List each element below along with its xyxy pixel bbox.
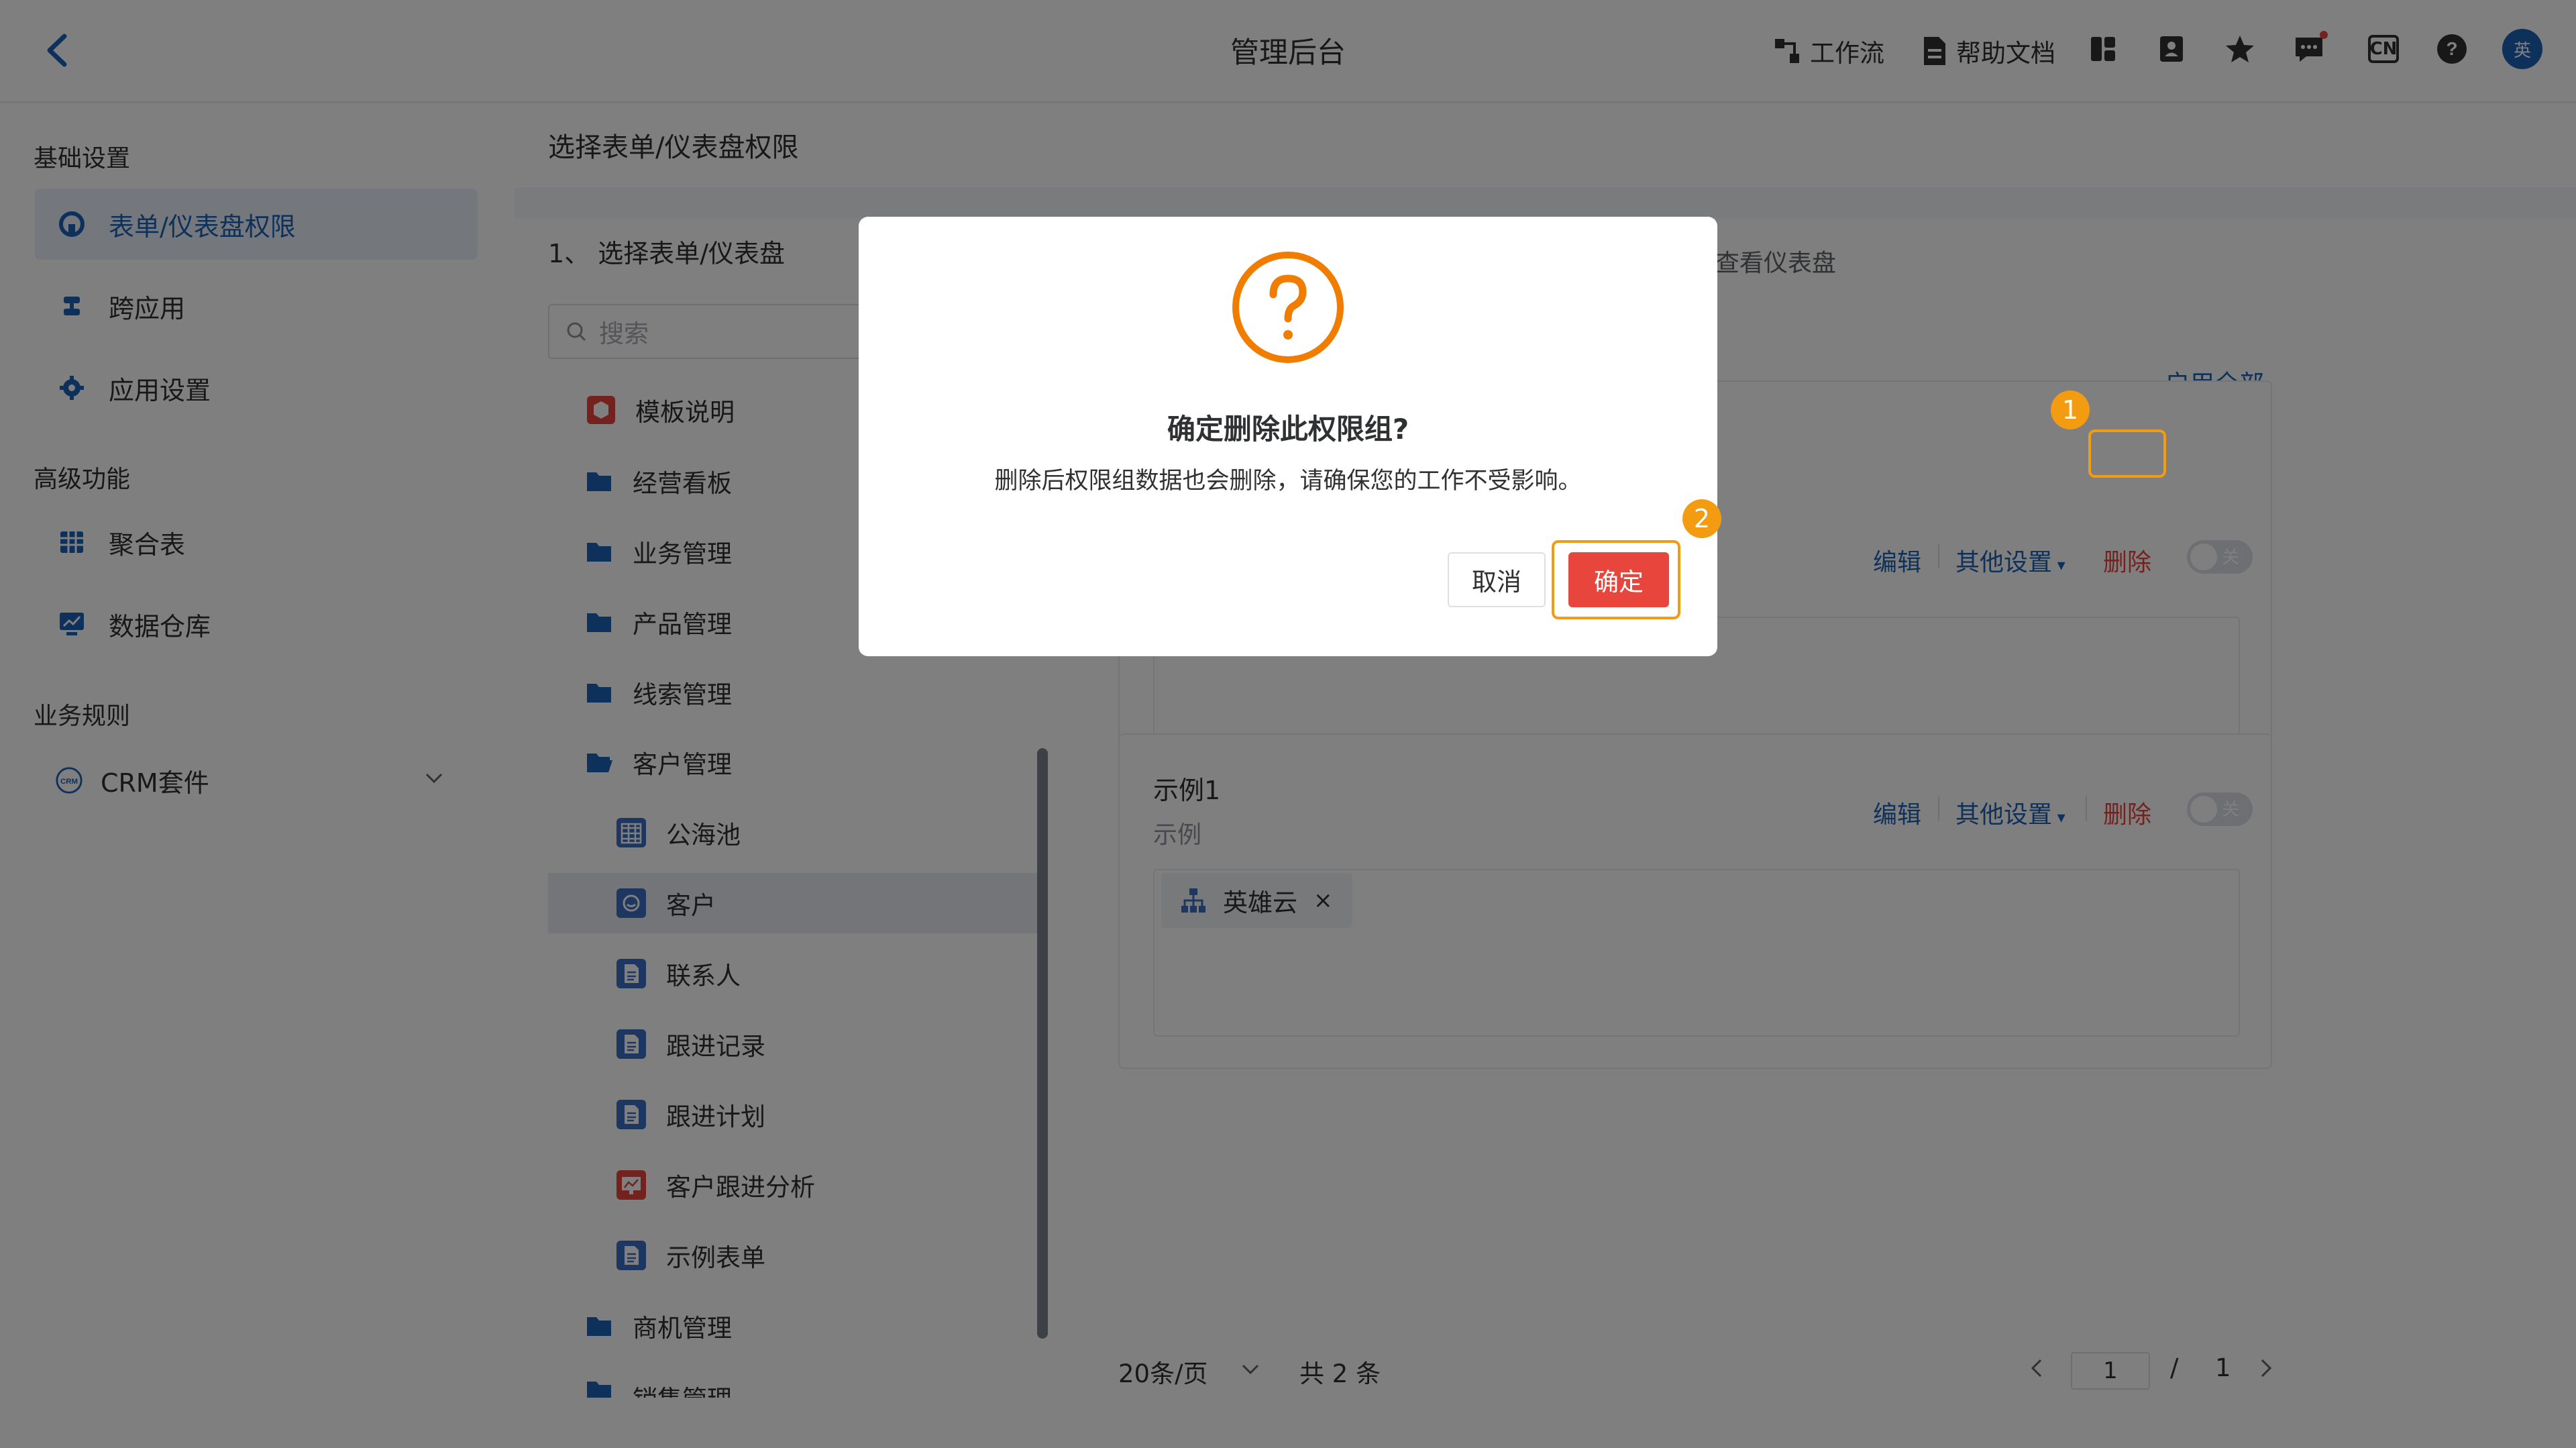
dialog-message: 删除后权限组数据也会删除，请确保您的工作不受影响。	[994, 468, 1582, 495]
delete-highlight	[2088, 429, 2166, 478]
dialog-title: 确定删除此权限组?	[1167, 413, 1409, 446]
cancel-button[interactable]: 取消	[1448, 552, 1546, 607]
step-marker-1: 1	[2051, 391, 2090, 429]
question-icon	[1232, 252, 1344, 363]
step-marker-2: 2	[1682, 499, 1721, 538]
confirm-highlight	[1552, 540, 1680, 619]
confirm-dialog: 确定删除此权限组? 删除后权限组数据也会删除，请确保您的工作不受影响。 取消 确…	[859, 217, 1717, 656]
